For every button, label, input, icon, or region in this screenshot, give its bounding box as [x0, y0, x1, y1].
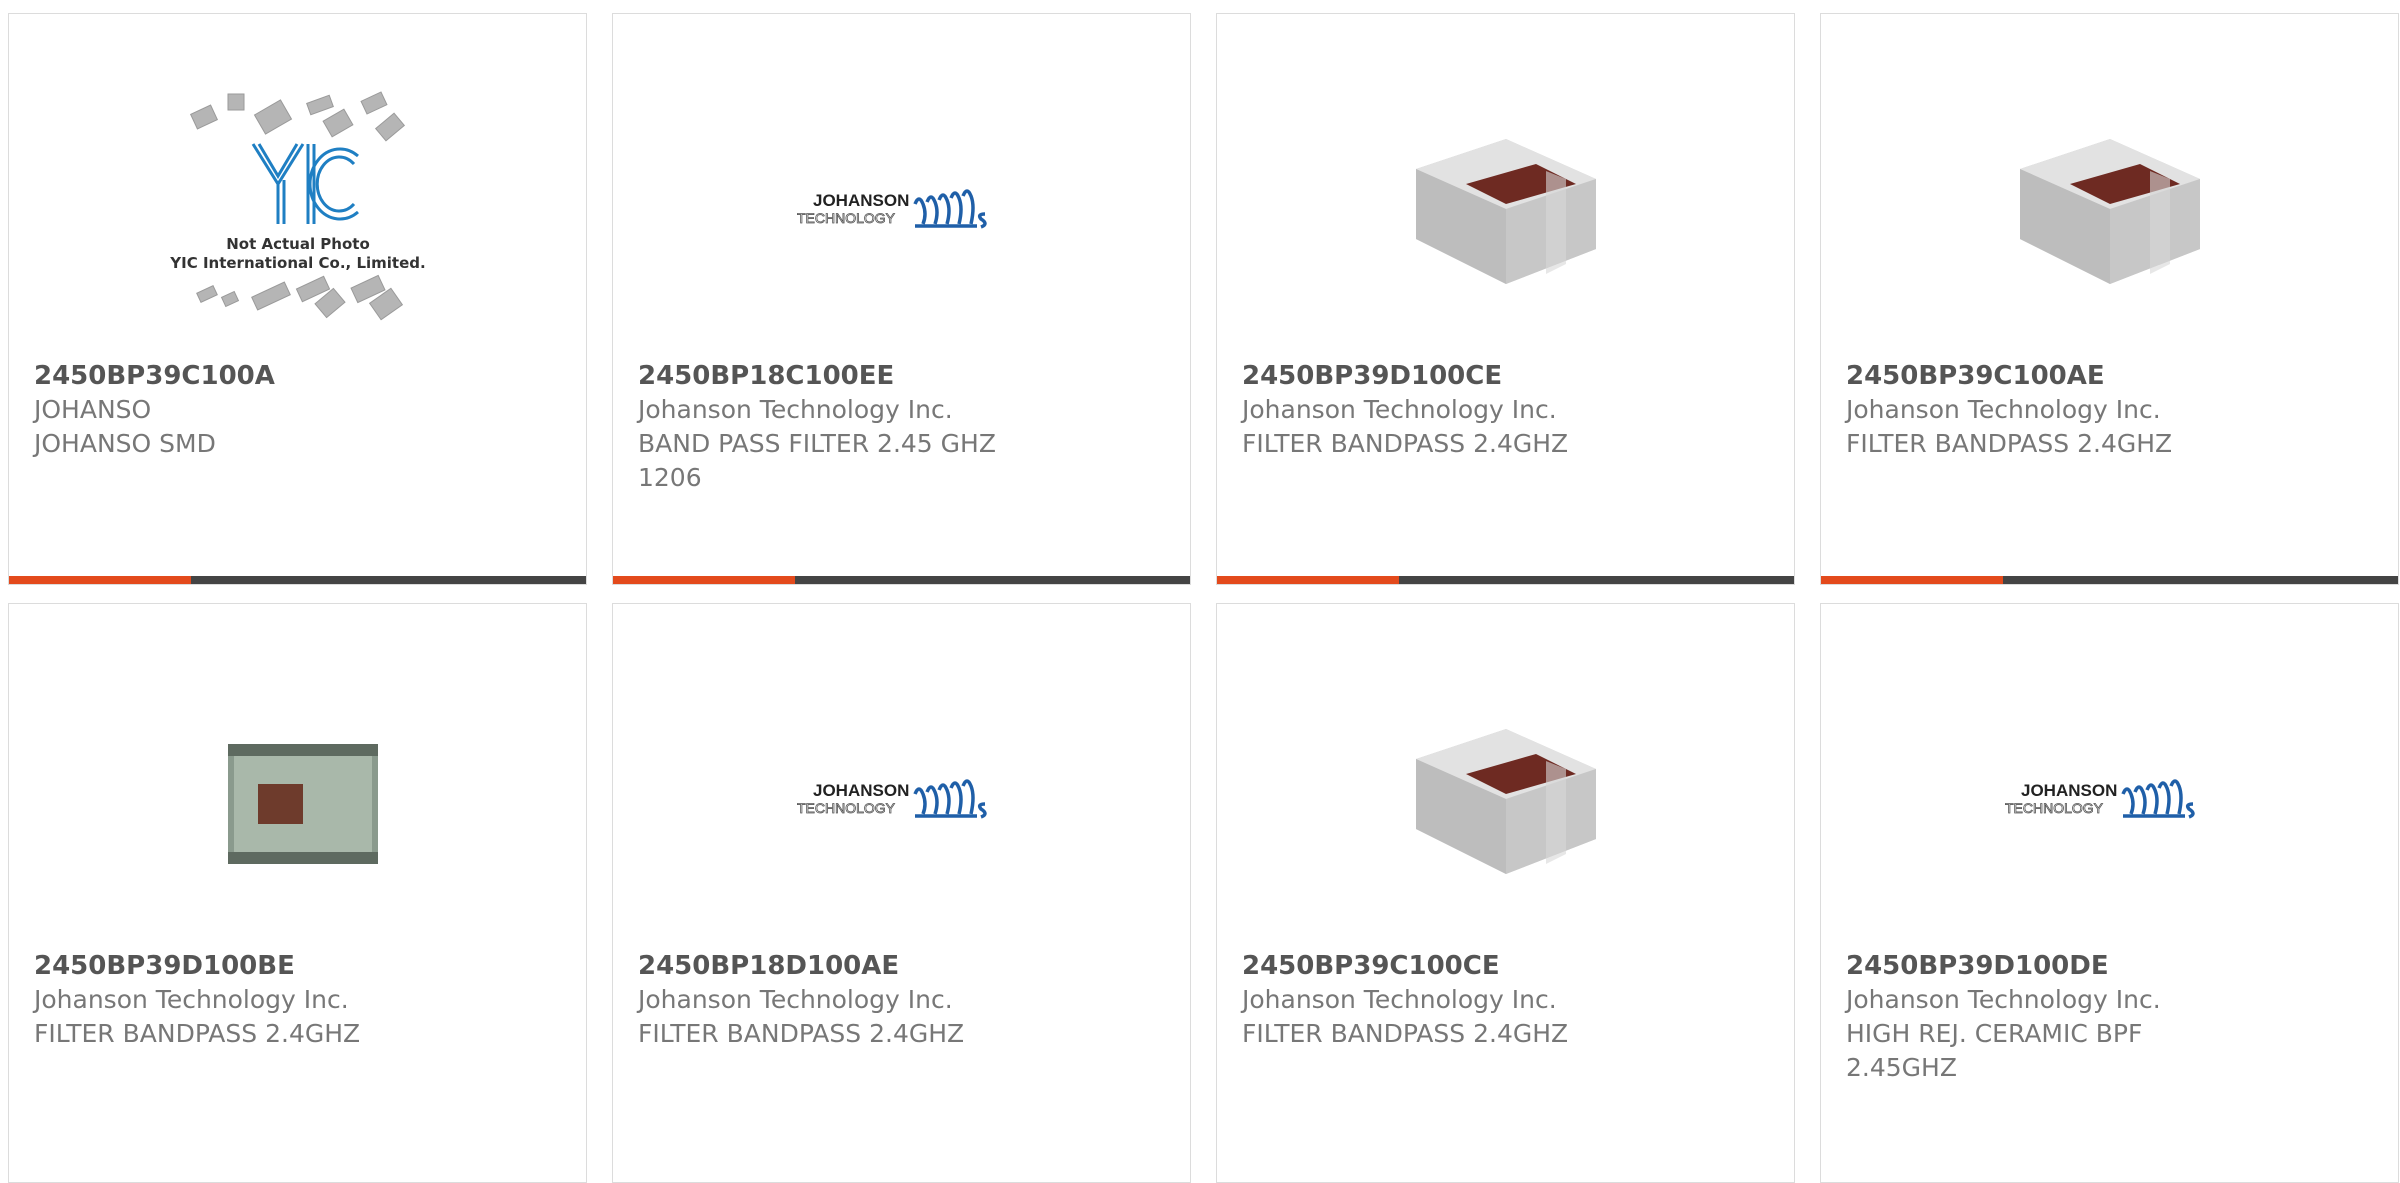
part-number[interactable]: 2450BP39C100CE — [1242, 949, 1769, 983]
product-info: 2450BP39C100A JOHANSO JOHANSO SMD — [34, 359, 561, 461]
product-image[interactable] — [9, 649, 586, 949]
product-card[interactable]: Not Actual Photo YIC International Co., … — [8, 13, 587, 585]
part-number[interactable]: 2450BP39D100CE — [1242, 359, 1769, 393]
product-card[interactable]: 2450BP39D100CE Johanson Technology Inc. … — [1216, 13, 1795, 585]
card-bar — [1217, 576, 1794, 584]
manufacturer: Johanson Technology Inc. — [34, 985, 349, 1014]
product-card[interactable]: JOHANSON TECHNOLOGY 2450BP18C100EE Johan… — [612, 13, 1191, 585]
manufacturer: Johanson Technology Inc. — [638, 985, 953, 1014]
product-image[interactable]: Not Actual Photo YIC International Co., … — [9, 59, 586, 359]
not-actual-photo-image: Not Actual Photo YIC International Co., … — [169, 91, 425, 321]
product-card[interactable]: JOHANSON TECHNOLOGY 2450BP39D100DE Johan… — [1820, 603, 2399, 1183]
ceramic-chip-image — [1405, 699, 1606, 899]
description: FILTER BANDPASS 2.4GHZ — [1242, 1019, 1569, 1048]
product-info: 2450BP18C100EE Johanson Technology Inc. … — [638, 359, 1165, 495]
part-number[interactable]: 2450BP39C100A — [34, 359, 561, 393]
part-number[interactable]: 2450BP39D100DE — [1846, 949, 2373, 983]
card-bar-accent — [9, 576, 191, 584]
johanson-technology-logo: JOHANSON TECHNOLOGY — [797, 189, 987, 229]
description: HIGH REJ. CERAMIC BPF 2.45GHZ — [1846, 1019, 2143, 1082]
part-number[interactable]: 2450BP18C100EE — [638, 359, 1165, 393]
card-bar — [1821, 576, 2398, 584]
ceramic-chip-image — [1405, 109, 1606, 309]
part-number[interactable]: 2450BP39C100AE — [1846, 359, 2373, 393]
manufacturer: Johanson Technology Inc. — [1242, 985, 1557, 1014]
logo-line1: JOHANSON — [2021, 781, 2117, 800]
yic-caption-line1: Not Actual Photo — [226, 235, 370, 253]
product-card[interactable]: 2450BP39C100CE Johanson Technology Inc. … — [1216, 603, 1795, 1183]
manufacturer: Johanson Technology Inc. — [1242, 395, 1557, 424]
card-bar-accent — [1217, 576, 1399, 584]
part-number[interactable]: 2450BP18D100AE — [638, 949, 1165, 983]
product-info: 2450BP39C100AE Johanson Technology Inc. … — [1846, 359, 2373, 461]
product-image[interactable] — [1821, 59, 2398, 359]
description: FILTER BANDPASS 2.4GHZ — [1242, 429, 1569, 458]
logo-line1: JOHANSON — [813, 191, 909, 210]
description: FILTER BANDPASS 2.4GHZ — [34, 1019, 361, 1048]
manufacturer: Johanson Technology Inc. — [1846, 985, 2161, 1014]
logo-line1: JOHANSON — [813, 781, 909, 800]
product-image[interactable]: JOHANSON TECHNOLOGY — [613, 649, 1190, 949]
ceramic-chip-image — [2009, 109, 2210, 309]
card-bar — [9, 576, 586, 584]
card-bar-accent — [1821, 576, 2003, 584]
logo-line2: TECHNOLOGY — [797, 210, 896, 226]
product-info: 2450BP39D100DE Johanson Technology Inc. … — [1846, 949, 2373, 1085]
manufacturer: Johanson Technology Inc. — [638, 395, 953, 424]
card-bar — [613, 576, 1190, 584]
johanson-technology-logo: JOHANSON TECHNOLOGY — [797, 779, 987, 819]
product-info: 2450BP18D100AE Johanson Technology Inc. … — [638, 949, 1165, 1051]
product-info: 2450BP39C100CE Johanson Technology Inc. … — [1242, 949, 1769, 1051]
green-chip-image — [197, 699, 398, 899]
description: FILTER BANDPASS 2.4GHZ — [1846, 429, 2173, 458]
description: JOHANSO SMD — [34, 429, 216, 458]
product-info: 2450BP39D100CE Johanson Technology Inc. … — [1242, 359, 1769, 461]
manufacturer: Johanson Technology Inc. — [1846, 395, 2161, 424]
product-card[interactable]: JOHANSON TECHNOLOGY 2450BP18D100AE Johan… — [612, 603, 1191, 1183]
product-grid: Not Actual Photo YIC International Co., … — [0, 0, 2400, 1183]
product-image[interactable] — [1217, 649, 1794, 949]
logo-line2: TECHNOLOGY — [797, 800, 896, 816]
product-image[interactable]: JOHANSON TECHNOLOGY — [1821, 649, 2398, 949]
product-image[interactable] — [1217, 59, 1794, 359]
part-number[interactable]: 2450BP39D100BE — [34, 949, 561, 983]
description: BAND PASS FILTER 2.45 GHZ 1206 — [638, 429, 996, 492]
logo-line2: TECHNOLOGY — [2005, 800, 2104, 816]
product-image[interactable]: JOHANSON TECHNOLOGY — [613, 59, 1190, 359]
description: FILTER BANDPASS 2.4GHZ — [638, 1019, 965, 1048]
product-info: 2450BP39D100BE Johanson Technology Inc. … — [34, 949, 561, 1051]
manufacturer: JOHANSO — [34, 395, 152, 424]
product-card[interactable]: 2450BP39D100BE Johanson Technology Inc. … — [8, 603, 587, 1183]
product-card[interactable]: 2450BP39C100AE Johanson Technology Inc. … — [1820, 13, 2399, 585]
yic-caption-line2: YIC International Co., Limited. — [169, 254, 425, 272]
johanson-technology-logo: JOHANSON TECHNOLOGY — [2005, 779, 2195, 819]
card-bar-accent — [613, 576, 795, 584]
